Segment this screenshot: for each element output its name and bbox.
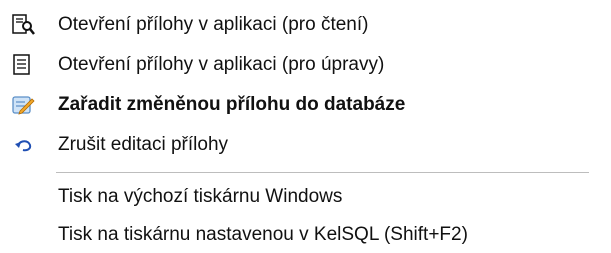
menu-item-label: Tisk na výchozí tiskárnu Windows	[58, 186, 343, 207]
menu-item-cancel-edit[interactable]: Zrušit editaci přílohy	[0, 124, 611, 164]
menu-item-open-read[interactable]: Otevření přílohy v aplikaci (pro čtení)	[0, 4, 611, 44]
save-to-database-icon	[10, 94, 36, 116]
menu-item-label: Otevření přílohy v aplikaci (pro čtení)	[58, 14, 369, 35]
view-document-icon	[10, 14, 36, 36]
context-menu: Otevření přílohy v aplikaci (pro čtení) …	[0, 0, 611, 253]
menu-separator	[56, 172, 589, 173]
menu-item-print-default[interactable]: Tisk na výchozí tiskárnu Windows	[0, 176, 611, 216]
menu-item-commit-to-database[interactable]: Zařadit změněnou přílohu do databáze	[0, 84, 611, 124]
edit-document-icon	[10, 54, 36, 76]
menu-item-print-kelsql[interactable]: Tisk na tiskárnu nastavenou v KelSQL (Sh…	[0, 214, 611, 253]
menu-item-label: Zrušit editaci přílohy	[58, 134, 229, 155]
menu-item-label: Tisk na tiskárnu nastavenou v KelSQL (Sh…	[58, 224, 468, 245]
undo-arrow-icon	[10, 134, 36, 156]
menu-item-open-edit[interactable]: Otevření přílohy v aplikaci (pro úpravy)	[0, 44, 611, 84]
menu-item-label: Otevření přílohy v aplikaci (pro úpravy)	[58, 54, 385, 75]
menu-item-label: Zařadit změněnou přílohu do databáze	[58, 94, 406, 115]
